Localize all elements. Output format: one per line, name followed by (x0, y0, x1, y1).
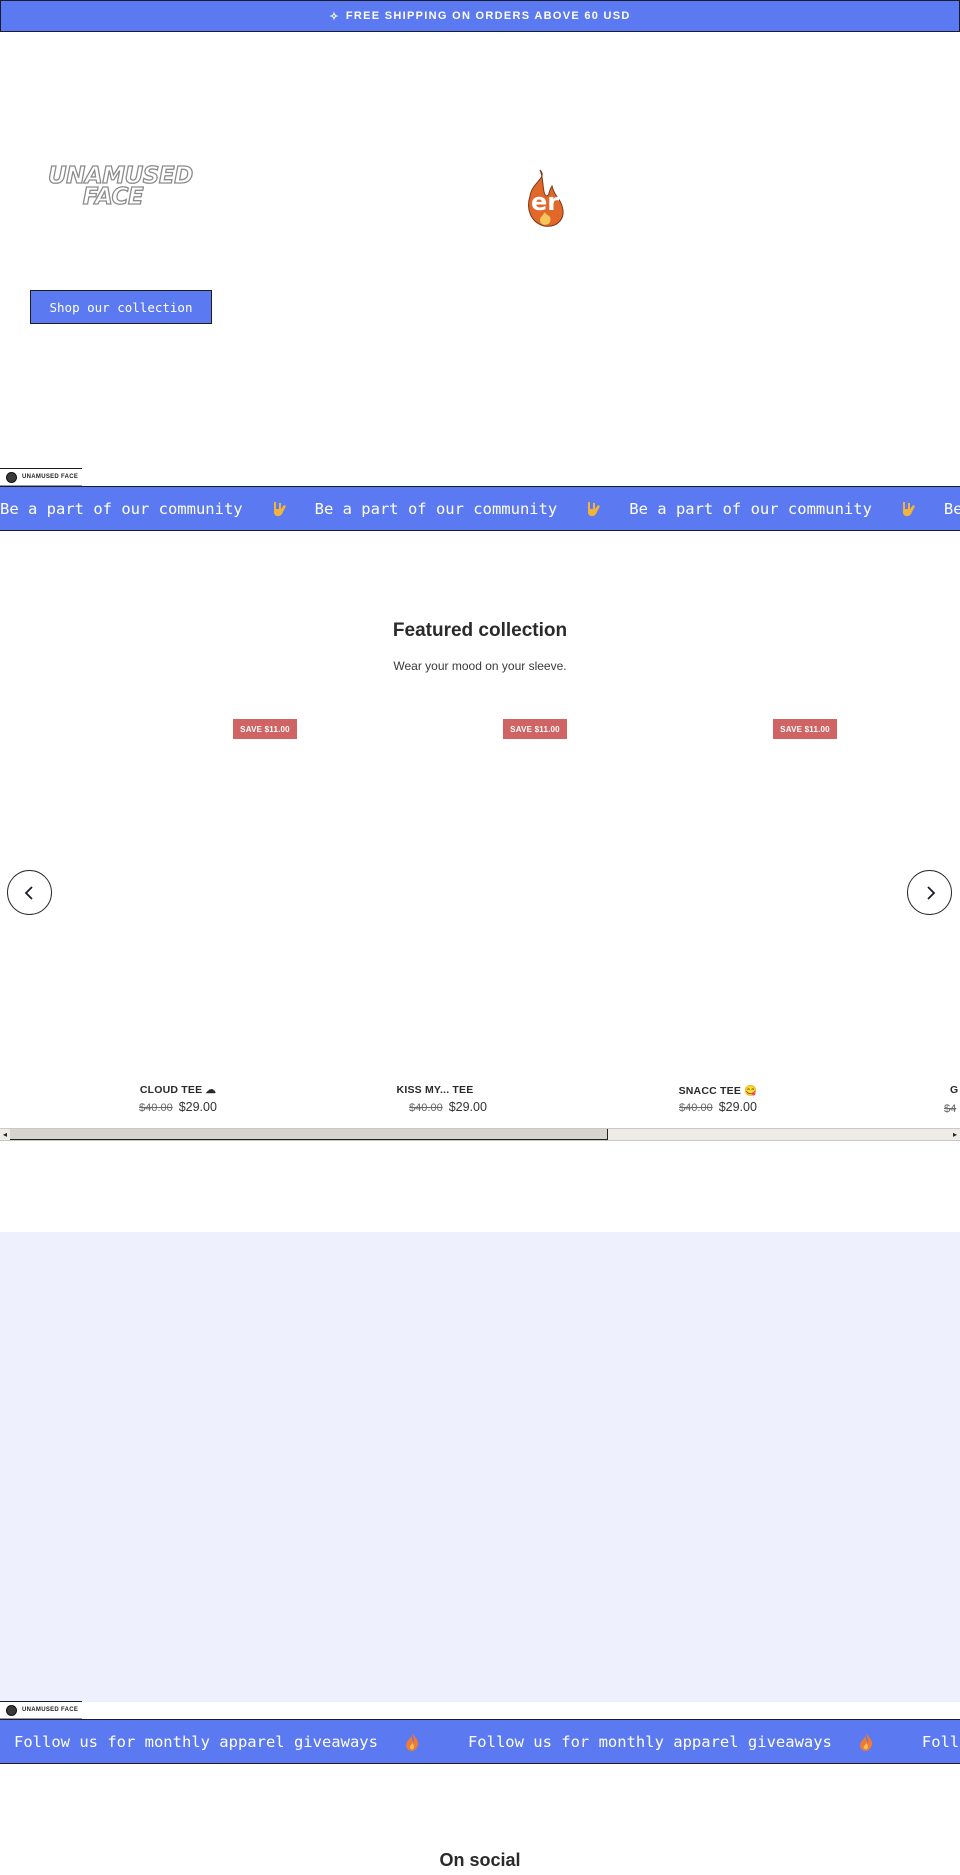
hero-section: UNAMUSED FACE er Shop our collection (0, 32, 960, 472)
carousel-scrollbar[interactable]: ◂ ▸ (0, 1128, 960, 1141)
brand-tag-label: UNAMUSED FACE (22, 1707, 79, 1713)
featured-subtitle: Wear your mood on your sleeve. (393, 659, 567, 673)
flame-emblem-icon: er (528, 169, 564, 227)
sale-price: $29.00 (448, 1100, 487, 1114)
scroll-left-icon[interactable]: ◂ (0, 1129, 10, 1140)
product-name[interactable]: G (950, 1084, 960, 1096)
product-carousel[interactable]: SAVE $11.00 CLOUD TEE ☁ $40.00 $29.00 SAV… (0, 715, 960, 1145)
giveaway-marquee: Follow us for monthly apparel giveaways … (0, 1719, 960, 1764)
scroll-right-icon[interactable]: ▸ (950, 1129, 960, 1140)
announcement-bar: ✧ FREE SHIPPING ON ORDERS ABOVE 60 USD (0, 0, 960, 32)
product-price: $4 (944, 1101, 960, 1115)
tiktok-icon (6, 1704, 17, 1716)
compare-price: $40.00 (409, 1102, 443, 1114)
carousel-prev-button[interactable] (7, 870, 52, 915)
brand-logo[interactable]: UNAMUSED FACE (47, 164, 193, 210)
svg-text:er: er (531, 188, 559, 216)
community-marquee: Be a part of our community Be a part of … (0, 486, 960, 531)
featured-title: Featured collection (392, 620, 568, 641)
marquee-item: Follow us for monthly apparel giveaways (468, 1732, 922, 1752)
brand-logo-line2: FACE (82, 184, 144, 210)
marquee-item: Be a part of our community (629, 499, 944, 519)
compare-price: $4 (944, 1103, 957, 1115)
brand-tag: UNAMUSED FACE (0, 1701, 82, 1719)
product-name[interactable]: KISS MY... TEE (335, 1084, 535, 1096)
marquee-item: Follow us for monthly apparel giveaways (921, 1732, 960, 1751)
rock-on-hand-icon (273, 501, 286, 516)
rock-on-hand-icon (588, 501, 601, 516)
brand-tag: UNAMUSED FACE (0, 468, 82, 486)
sparkle-icon: ✧ (329, 10, 340, 23)
social-title: On social (439, 1850, 521, 1870)
rock-on-hand-icon (902, 501, 915, 516)
chevron-right-icon (926, 885, 935, 900)
chevron-left-icon (24, 885, 33, 900)
scrollbar-thumb[interactable] (10, 1129, 608, 1140)
marquee-item: Follow us for monthly apparel giveaways (14, 1732, 468, 1752)
compare-price: $40.00 (139, 1102, 173, 1114)
sale-price: $29.00 (718, 1100, 757, 1114)
compare-price: $40.00 (679, 1102, 713, 1114)
sale-price: $29.00 (178, 1100, 217, 1114)
product-price: $40.00 $29.00 (348, 1100, 548, 1114)
fire-icon (405, 1732, 419, 1751)
sale-badge: SAVE $11.00 (773, 719, 837, 739)
marquee-item: Be a part of our community (315, 499, 630, 519)
marquee-item: Be a part of our community (0, 499, 315, 519)
product-name[interactable]: SNACC TEE 😋 (618, 1084, 818, 1097)
fire-icon (859, 1732, 873, 1751)
announcement-text: FREE SHIPPING ON ORDERS ABOVE 60 USD (345, 10, 631, 22)
sale-badge: SAVE $11.00 (233, 719, 297, 739)
brand-tag-label: UNAMUSED FACE (22, 474, 79, 480)
brand-dot-icon (6, 471, 17, 483)
carousel-next-button[interactable] (907, 870, 952, 915)
shop-collection-button[interactable]: Shop our collection (30, 290, 212, 324)
marquee-item: Be a part of our community (943, 499, 960, 518)
product-name[interactable]: CLOUD TEE ☁ (78, 1084, 278, 1096)
product-price: $40.00 $29.00 (618, 1100, 818, 1114)
image-banner-section (0, 1232, 960, 1702)
sale-badge: SAVE $11.00 (503, 719, 567, 739)
product-price: $40.00 $29.00 (78, 1100, 278, 1114)
